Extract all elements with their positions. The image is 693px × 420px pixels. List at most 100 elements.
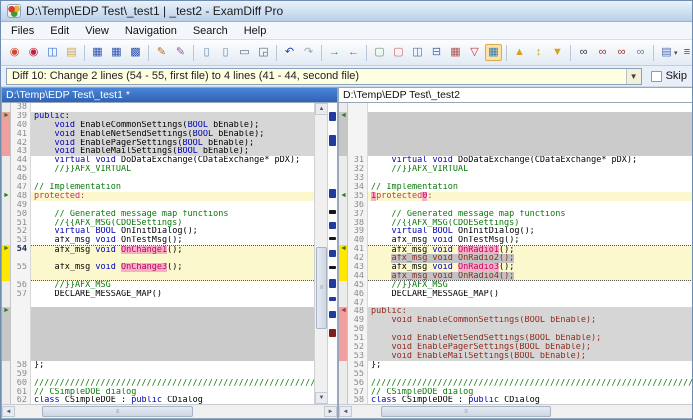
word-wrap-icon[interactable]: ≡ — [679, 44, 692, 61]
code-line[interactable]: // CSimpleDOE dialog — [31, 388, 314, 397]
find-icon[interactable]: ∞ — [575, 44, 592, 61]
code-line[interactable]: //}}AFX_MSG — [368, 281, 693, 290]
code-line[interactable]: // Generated message map functions — [31, 210, 314, 219]
code-line[interactable]: virtual BOOL OnInitDialog(); — [31, 227, 314, 236]
diff-arrow-icon[interactable]: ◄ — [339, 307, 347, 315]
print-preview-icon[interactable]: ◲ — [255, 44, 272, 61]
code-line[interactable] — [31, 325, 314, 334]
code-line[interactable]: //{{AFX_MSG(CDOESettings) — [31, 219, 314, 228]
code-line[interactable]: afx_msg void OnRadio1(); — [368, 245, 693, 254]
code-line[interactable] — [31, 370, 314, 379]
options-dropdown-icon[interactable]: ▤ — [658, 44, 675, 61]
code-line[interactable] — [31, 334, 314, 343]
code-line[interactable]: public: — [31, 112, 314, 121]
split-horizontal-icon[interactable]: ⊟ — [428, 44, 445, 61]
code-line[interactable]: //}}AFX_VIRTUAL — [368, 165, 693, 174]
code-line[interactable]: virtual void DoDataExchange(CDataExchang… — [31, 156, 314, 165]
code-line[interactable] — [31, 254, 314, 263]
code-line[interactable] — [31, 103, 314, 112]
code-line[interactable] — [31, 201, 314, 210]
diff-arrow-icon[interactable]: ► — [2, 245, 10, 253]
edit-first-file-icon[interactable]: ✎ — [153, 44, 170, 61]
code-line[interactable]: 1protected0: — [368, 192, 693, 201]
scroll-left-icon[interactable]: ◄ — [339, 406, 352, 417]
go-forward-icon[interactable]: → — [326, 44, 343, 61]
scroll-right-icon[interactable]: ► — [324, 406, 337, 417]
code-line[interactable] — [31, 299, 314, 308]
edit-second-file-icon[interactable]: ✎ — [172, 44, 189, 61]
code-line[interactable] — [368, 174, 693, 183]
code-line[interactable] — [368, 370, 693, 379]
code-line[interactable] — [368, 325, 693, 334]
code-line[interactable]: void EnableNetSendSettings(BOOL bEnable)… — [368, 334, 693, 343]
code-line[interactable]: afx_msg void OnTestMsg(); — [368, 236, 693, 245]
code-line[interactable]: // Implementation — [368, 183, 693, 192]
scrollbar-thumb[interactable]: ≡ — [316, 247, 327, 328]
code-line[interactable] — [31, 352, 314, 361]
code-line[interactable]: void EnableNetSendSettings(BOOL bEnable)… — [31, 130, 314, 139]
code-line[interactable]: virtual void DoDataExchange(CDataExchang… — [368, 156, 693, 165]
code-line[interactable]: afx_msg void OnTestMsg(); — [31, 236, 314, 245]
second-file-hscrollbar[interactable]: ◄≡► — [339, 404, 693, 418]
current-diff-icon[interactable]: ↕ — [530, 44, 547, 61]
code-line[interactable]: }; — [31, 361, 314, 370]
code-line[interactable]: //}}AFX_MSG — [31, 281, 314, 290]
code-line[interactable] — [31, 174, 314, 183]
diff-arrow-icon[interactable]: ► — [2, 307, 10, 315]
code-line[interactable] — [31, 307, 314, 316]
menu-search[interactable]: Search — [185, 24, 236, 38]
diff-arrow-icon[interactable]: ◄ — [339, 245, 347, 253]
diff-arrow-icon[interactable]: ◄ — [339, 192, 347, 200]
first-file-hscrollbar[interactable]: ◄ ≡ ► — [2, 404, 337, 418]
scroll-left-icon[interactable]: ◄ — [2, 406, 15, 417]
compare-directories-icon[interactable]: ◫ — [44, 44, 61, 61]
view-second-pane-icon[interactable]: ▢ — [390, 44, 407, 61]
code-line[interactable] — [368, 103, 693, 112]
go-back-icon[interactable]: ← — [345, 44, 362, 61]
code-line[interactable]: virtual BOOL OnInitDialog(); — [368, 227, 693, 236]
menu-help[interactable]: Help — [236, 24, 275, 38]
combo-dropdown-icon[interactable]: ▼ — [626, 69, 641, 84]
code-line[interactable]: void EnableCommonSettings(BOOL bEnable); — [368, 316, 693, 325]
recompare-icon[interactable]: ◉ — [25, 44, 42, 61]
find-previous-icon[interactable]: ∞ — [613, 44, 630, 61]
code-line[interactable] — [31, 316, 314, 325]
code-line[interactable]: DECLARE_MESSAGE_MAP() — [368, 290, 693, 299]
file-info-second-icon[interactable]: ▯ — [217, 44, 234, 61]
code-line[interactable]: void EnableMailSettings(BOOL bEnable); — [368, 352, 693, 361]
code-line[interactable]: afx_msg void OnRadio2(); — [368, 254, 693, 263]
code-line[interactable]: void EnablePagerSettings(BOOL bEnable); — [368, 343, 693, 352]
redo-icon[interactable]: ↷ — [300, 44, 317, 61]
code-line[interactable]: public: — [368, 307, 693, 316]
code-line[interactable]: //}}AFX_VIRTUAL — [31, 165, 314, 174]
menu-files[interactable]: Files — [3, 24, 42, 38]
code-line[interactable]: void EnablePagerSettings(BOOL bEnable); — [31, 139, 314, 148]
code-line[interactable]: afx_msg void OnRadio3(); — [368, 263, 693, 272]
first-file-header[interactable]: D:\Temp\EDP Test\_test1 * — [2, 88, 337, 103]
code-line[interactable] — [368, 130, 693, 139]
menu-view[interactable]: View — [77, 24, 117, 38]
file-info-first-icon[interactable]: ▯ — [198, 44, 215, 61]
diff-arrow-icon[interactable]: ► — [2, 192, 10, 200]
menu-edit[interactable]: Edit — [42, 24, 77, 38]
code-line[interactable]: DECLARE_MESSAGE_MAP() — [31, 290, 314, 299]
code-line[interactable]: afx_msg void OnChange1(); — [31, 245, 314, 254]
scrollbar-thumb[interactable]: ≡ — [42, 406, 193, 417]
code-line[interactable]: ////////////////////////////////////////… — [31, 379, 314, 388]
search-in-files-icon[interactable]: ∞ — [632, 44, 649, 61]
code-line[interactable]: void EnableMailSettings(BOOL bEnable); — [31, 147, 314, 156]
code-line[interactable]: // Implementation — [31, 183, 314, 192]
code-line[interactable] — [31, 343, 314, 352]
vertical-scrollbar[interactable]: ▲≡▼ — [314, 103, 327, 404]
code-line[interactable]: //{{AFX_MSG(CDOESettings) — [368, 219, 693, 228]
undo-icon[interactable]: ↶ — [281, 44, 298, 61]
code-line[interactable]: void EnableCommonSettings(BOOL bEnable); — [31, 121, 314, 130]
diff-arrow-icon[interactable]: ► — [2, 112, 10, 120]
code-line[interactable]: ////////////////////////////////////////… — [368, 379, 693, 388]
code-line[interactable] — [368, 201, 693, 210]
scrollbar-thumb[interactable]: ≡ — [381, 406, 550, 417]
code-line[interactable] — [368, 299, 693, 308]
code-line[interactable]: // CSimpleDOE dialog — [368, 388, 693, 397]
save-both-files-icon[interactable]: ▩ — [127, 44, 144, 61]
save-second-file-icon[interactable]: ▦ — [108, 44, 125, 61]
